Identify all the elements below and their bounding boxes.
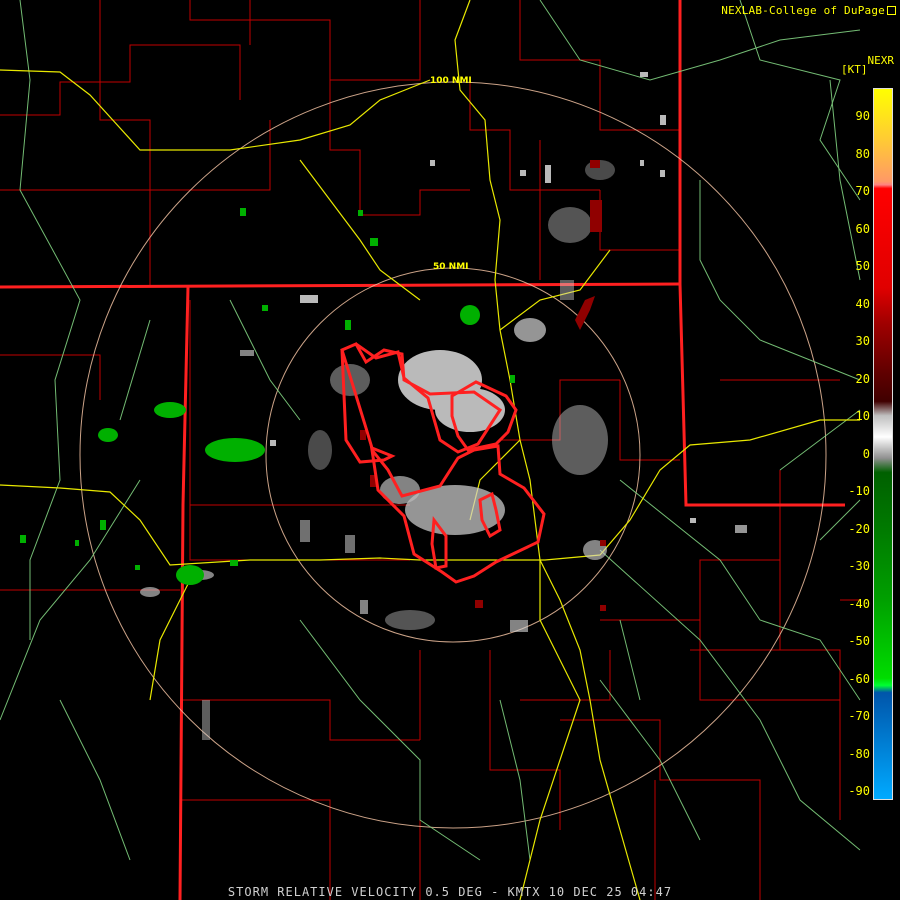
credit-text: NEXLAB-College of DuPage — [721, 4, 885, 17]
scale-tick-label: -80 — [848, 746, 870, 761]
scale-tick-label: 60 — [855, 221, 870, 236]
scale-tick-label: 40 — [855, 296, 870, 311]
highways — [0, 0, 860, 900]
scale-tick-label: 80 — [855, 146, 870, 161]
scale-tick-label: 20 — [855, 371, 870, 386]
radar-map: 50 NMI 100 NMI — [0, 0, 861, 900]
scale-tick-label: -60 — [848, 671, 870, 686]
near-zero-velocity-returns — [140, 72, 747, 740]
velocity-color-scale — [873, 88, 893, 800]
scale-tick-label: -10 — [848, 484, 870, 498]
scale-tick-label: -70 — [848, 709, 870, 723]
scale-tick-label: 0 — [862, 446, 870, 461]
data-credit: NEXLAB-College of DuPage — [721, 4, 896, 17]
scale-tick-label: -30 — [848, 559, 870, 573]
scale-tick-label: 50 — [855, 259, 870, 273]
scale-tick-label: 30 — [855, 334, 870, 348]
scale-tick-label: 70 — [855, 184, 870, 198]
product-code: NEXR — [867, 54, 895, 67]
scale-tick-label: 10 — [855, 409, 870, 423]
radar-viewer: 50 NMI 100 NMI NEXLAB-College of DuPage … — [0, 0, 900, 900]
product-caption: STORM RELATIVE VELOCITY 0.5 DEG - KMTX 1… — [227, 885, 673, 899]
scale-tick-label: 90 — [855, 109, 870, 123]
scale-units: [KT] — [841, 63, 868, 76]
scale-tick-label: -40 — [848, 596, 870, 611]
scale-tick-label: -20 — [848, 521, 870, 536]
ring-label-100: 100 NMI — [430, 76, 472, 86]
scale-tick-label: -50 — [848, 634, 870, 648]
secondary-roads — [0, 0, 861, 861]
external-link-icon — [887, 6, 896, 15]
ring-label-50: 50 NMI — [433, 262, 469, 272]
county-borders — [0, 0, 860, 900]
scale-tick-label: -90 — [848, 784, 870, 798]
range-rings — [79, 81, 827, 829]
